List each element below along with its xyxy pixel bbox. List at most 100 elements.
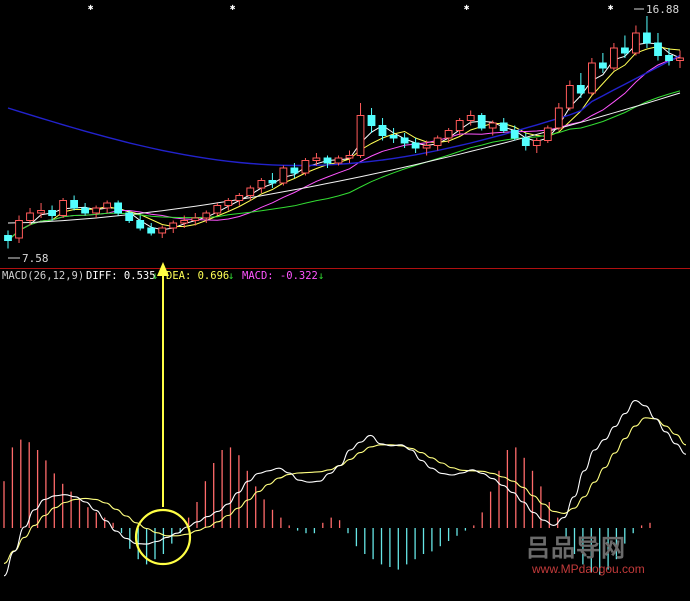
candle-body [257, 180, 266, 189]
candle [643, 16, 651, 48]
candle-body [169, 222, 178, 229]
ma-line-blue [7, 54, 681, 167]
candle-body [510, 130, 519, 139]
candle [301, 158, 310, 176]
candle-body [477, 115, 486, 129]
candle-body [654, 42, 662, 56]
candle-body [323, 157, 332, 164]
candle-body [499, 122, 508, 131]
candle [81, 203, 89, 216]
candle [554, 103, 563, 131]
candle-body [312, 157, 321, 161]
candle [59, 198, 68, 218]
candle [477, 113, 486, 131]
candle-body [389, 135, 398, 139]
candle [103, 200, 111, 213]
candle [389, 128, 398, 143]
candle-body [632, 32, 640, 54]
candle [532, 138, 541, 153]
top-marker-icon: ✱ [88, 3, 94, 13]
top-marker-icon: ✱ [608, 3, 614, 13]
candle [136, 215, 145, 231]
top-marker-icon: ✱ [464, 3, 470, 13]
legend-macd: MACD: -0.322 [242, 270, 318, 282]
candle [235, 193, 244, 206]
candle-body [15, 220, 23, 239]
candle-body [643, 32, 651, 44]
price-labels: 16.88 7.58 [22, 3, 679, 265]
candle [4, 230, 12, 249]
price-high-label: 16.88 [646, 3, 679, 16]
candle-body [279, 167, 288, 184]
candle-body [554, 107, 563, 129]
candle-body [334, 157, 343, 164]
candle-body [180, 220, 189, 224]
candle-body [345, 155, 354, 159]
ma-line-20 [7, 90, 681, 241]
candle [356, 103, 365, 158]
ma-line-5 [7, 45, 681, 241]
candle-body [488, 122, 497, 129]
candle [543, 125, 552, 143]
candle-body [466, 115, 475, 121]
candle-body [433, 137, 442, 146]
candle-body [37, 210, 45, 214]
candle [323, 155, 332, 168]
moving-averages [7, 42, 681, 241]
candle-body [422, 145, 431, 149]
candle-body [532, 140, 541, 146]
candle-body [521, 137, 530, 146]
candle-body [301, 160, 310, 174]
candle-body [213, 205, 222, 214]
candle [521, 133, 530, 151]
candle [92, 205, 100, 218]
candle-body [147, 227, 156, 234]
candle [565, 80, 574, 111]
legend-macd-arrow: ↓ [318, 270, 324, 282]
candle [654, 33, 662, 61]
candle-body [136, 220, 145, 229]
candle [279, 165, 288, 186]
watermark-brand: 吕品导网 [526, 534, 626, 562]
candle-body [455, 120, 464, 131]
candle-body [103, 202, 111, 209]
candle [599, 53, 607, 73]
candle [499, 118, 508, 133]
candle-body [676, 57, 684, 61]
price-low-label: 7.58 [22, 252, 49, 265]
candle-body [621, 47, 629, 54]
candle-body [92, 207, 100, 214]
candle [158, 225, 167, 238]
candle [169, 220, 178, 233]
candle-body [158, 227, 167, 234]
ma-line-3 [7, 42, 681, 241]
candle-body [191, 217, 200, 221]
candle [576, 73, 585, 98]
candle [224, 198, 233, 211]
candle [345, 150, 354, 163]
candle [37, 203, 45, 218]
candle-body [400, 137, 409, 144]
golden-cross-annotation [134, 262, 192, 566]
candle [588, 58, 596, 96]
candle-body [411, 142, 420, 149]
candle-body [565, 85, 574, 109]
candle-body [588, 62, 596, 94]
candle-body [125, 212, 134, 221]
candle-body [114, 202, 122, 214]
candle-body [665, 55, 673, 61]
macd-params-label: MACD(26,12,9) [2, 270, 84, 282]
candle-body [290, 167, 299, 174]
candle [621, 35, 629, 58]
candle [70, 195, 78, 211]
candle [455, 118, 464, 136]
candle [433, 135, 442, 151]
candle [257, 178, 266, 193]
candle [444, 128, 453, 143]
candle-body [378, 125, 387, 136]
candles [4, 8, 684, 259]
candle-body [246, 187, 255, 196]
candle-body [59, 200, 68, 216]
candle-body [356, 115, 365, 156]
watermark-url: www.MPdaogou.com [532, 562, 645, 576]
